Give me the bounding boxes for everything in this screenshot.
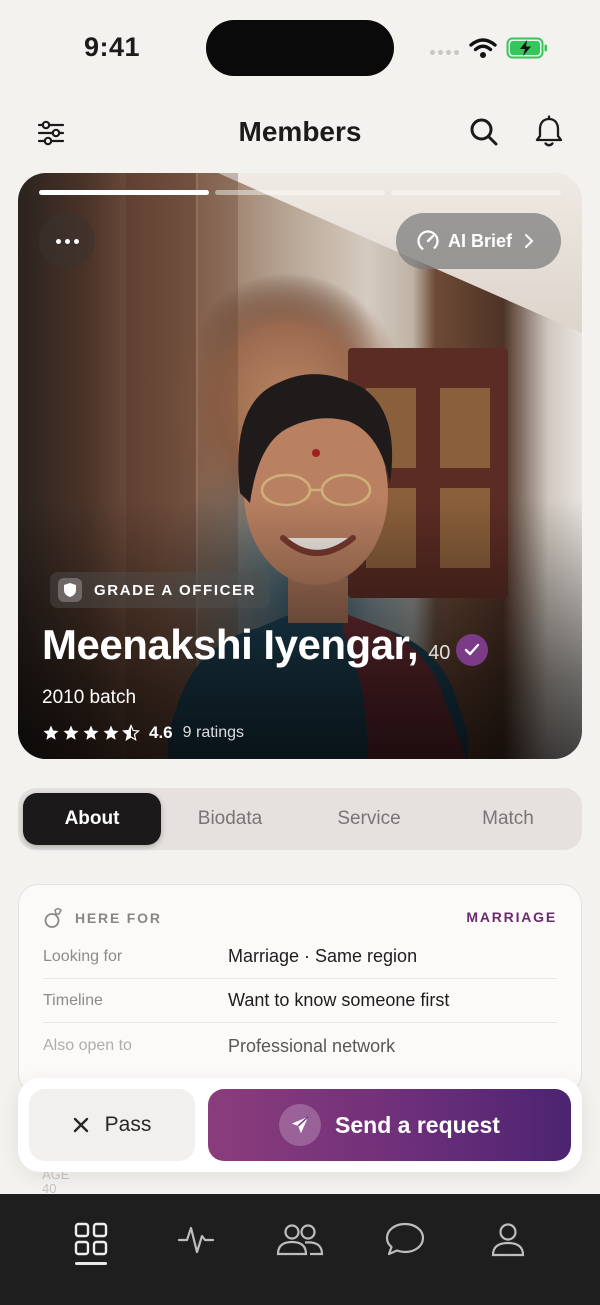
obscured-info-row: AGE 40 (42, 1168, 69, 1196)
info-row-label: Timeline (43, 991, 103, 1009)
send-request-button[interactable]: Send a request (208, 1089, 571, 1161)
chat-icon (385, 1222, 425, 1256)
info-row-value: Professional network (228, 1035, 396, 1056)
here-for-heading: HERE FOR (43, 907, 162, 929)
status-bar: 9:41 (0, 0, 600, 96)
send-request-label: Send a request (335, 1111, 500, 1138)
here-for-label: HERE FOR (75, 910, 162, 926)
send-plane-icon (279, 1104, 322, 1146)
ai-brief-label: AI Brief (448, 230, 513, 251)
info-row-value: Want to know someone first (228, 990, 450, 1010)
pass-label: Pass (104, 1113, 152, 1136)
pass-button[interactable]: Pass (29, 1089, 195, 1161)
tab-biodata[interactable]: Biodata (161, 793, 299, 845)
profile-photo-card[interactable]: AI Brief GRADE A OFFICER Meenakshi Iyeng… (18, 173, 582, 759)
status-time: 9:41 (84, 32, 141, 62)
photo-progress-segment (215, 190, 385, 195)
ai-brief-button[interactable]: AI Brief (396, 213, 561, 269)
activity-icon (178, 1226, 214, 1254)
star-icon (43, 725, 59, 740)
tab-match[interactable]: Match (439, 793, 577, 845)
info-row-also-open-to: Also open to Professional network (43, 1024, 557, 1068)
profile-icon (491, 1223, 525, 1257)
rating-count: 9 ratings (182, 724, 245, 741)
active-tab-indicator (75, 1262, 107, 1265)
grid-icon (74, 1222, 108, 1256)
info-row-looking-for: Looking for Marriage · Same region (43, 935, 557, 979)
top-header: Members (0, 100, 600, 164)
profile-section-tabs: About Biodata Service Match (18, 788, 582, 850)
star-rating (42, 724, 140, 742)
bottom-navigation (0, 1194, 600, 1305)
photo-progress-segment (39, 190, 209, 195)
photo-progress-segment (391, 190, 561, 195)
star-icon (83, 725, 99, 740)
nav-messages[interactable] (375, 1214, 435, 1264)
action-bar: Pass Send a request (18, 1078, 582, 1172)
here-for-card: HERE FOR MARRIAGE Looking for Marriage ·… (18, 884, 582, 1094)
more-options-button[interactable] (39, 213, 95, 269)
info-row-timeline: Timeline Want to know someone first (43, 979, 557, 1023)
notification-bell-icon[interactable] (534, 115, 564, 149)
search-icon[interactable] (468, 116, 500, 148)
nav-home[interactable] (61, 1214, 121, 1264)
star-icon (103, 725, 119, 740)
shield-icon (58, 578, 82, 602)
nav-profile[interactable] (478, 1214, 538, 1264)
wifi-icon (469, 38, 497, 58)
rating-value: 4.6 (149, 723, 173, 742)
member-age: 40 (428, 642, 451, 664)
more-dots-icon (55, 238, 61, 244)
page-title: Members (238, 116, 362, 147)
gauge-icon (417, 230, 439, 252)
verified-check-icon (456, 634, 488, 666)
star-icon (63, 725, 79, 740)
grade-label: GRADE A OFFICER (94, 581, 257, 599)
info-row-label: Also open to (43, 1037, 132, 1054)
close-icon (73, 1117, 88, 1133)
member-batch: 2010 batch (42, 687, 137, 708)
grade-badge: GRADE A OFFICER (50, 572, 271, 608)
battery-charging-icon (506, 37, 547, 59)
chevron-right-icon (525, 234, 534, 248)
nav-members[interactable] (270, 1214, 330, 1264)
member-name-row: Meenakshi Iyengar, 40 (42, 621, 450, 669)
ring-icon (44, 907, 62, 928)
here-for-value: MARRIAGE (466, 909, 557, 925)
cellular-signal-icon (430, 50, 459, 55)
nav-activity[interactable] (166, 1214, 226, 1264)
member-name: Meenakshi Iyengar, (42, 621, 419, 668)
rating-row: 4.6 9 ratings (42, 723, 244, 743)
half-star-icon (122, 724, 140, 741)
photo-progress-indicator (39, 190, 561, 195)
people-icon (276, 1224, 324, 1256)
dynamic-island (206, 20, 394, 76)
info-row-label: Looking for (43, 947, 123, 965)
info-row-value: Marriage · Same region (228, 946, 418, 966)
tab-about[interactable]: About (23, 793, 161, 845)
tab-service[interactable]: Service (300, 793, 438, 845)
